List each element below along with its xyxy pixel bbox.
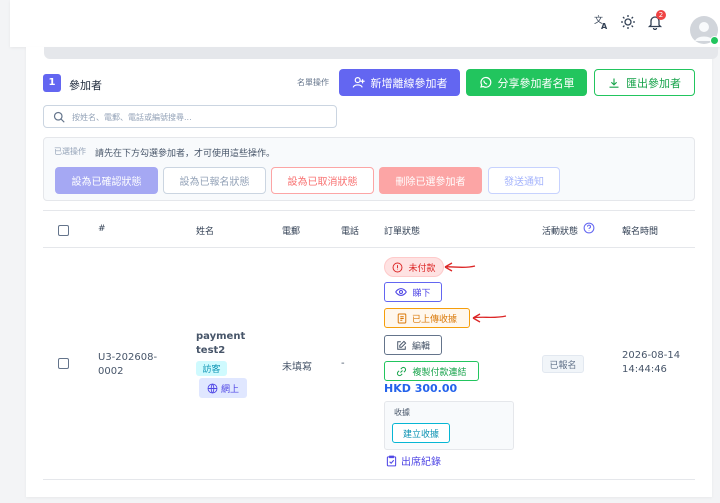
- registered-time: 2026-08-14 14:44:46: [622, 349, 680, 377]
- search-box: [43, 105, 337, 128]
- table-top-border: [43, 210, 695, 211]
- participant-name-line1: payment: [196, 331, 246, 342]
- list-ops-label: 名單操作: [297, 78, 329, 87]
- participant-phone: -: [341, 358, 345, 369]
- receipt-uploaded-label: 已上傳收據: [411, 314, 457, 325]
- edit-order-button[interactable]: 編輯: [384, 335, 442, 355]
- attendance-record-link[interactable]: 出席紀錄: [386, 453, 441, 468]
- delete-selected-button[interactable]: 刪除已選參加者: [379, 167, 482, 194]
- attendance-record-label: 出席紀錄: [401, 457, 441, 468]
- column-header-phone: 電話: [341, 227, 360, 237]
- participant-email: 未填寫: [282, 362, 312, 373]
- send-notification-button[interactable]: 發送通知: [488, 167, 560, 194]
- row-checkbox[interactable]: [58, 358, 69, 369]
- set-confirmed-label: 設為已確認狀態: [71, 177, 142, 188]
- whatsapp-icon: [479, 76, 491, 88]
- edit-icon: [397, 340, 407, 350]
- link-icon: [397, 366, 407, 376]
- receipt-section-label: 收據: [394, 408, 410, 417]
- online-tag-label: 網上: [220, 384, 239, 395]
- receipt-uploaded-button[interactable]: 已上傳收據: [384, 308, 470, 328]
- send-notification-label: 發送通知: [504, 177, 544, 188]
- export-participants-button[interactable]: 匯出參加者: [594, 69, 695, 96]
- order-amount: HKD 300.00: [384, 382, 458, 395]
- search-icon: [53, 111, 65, 123]
- create-receipt-button[interactable]: 建立收據: [392, 423, 450, 443]
- sun-icon[interactable]: [620, 14, 638, 32]
- registered-clock: 14:44:46: [622, 364, 667, 375]
- set-cancelled-button[interactable]: 設為已取消狀態: [271, 167, 374, 194]
- set-cancelled-label: 設為已取消狀態: [287, 177, 358, 188]
- visitor-tag: 訪客: [196, 361, 227, 376]
- set-registered-label: 設為已報名狀態: [179, 177, 250, 188]
- online-tag: 網上: [199, 378, 247, 398]
- create-receipt-label: 建立收據: [402, 429, 439, 440]
- online-status-dot: [710, 36, 719, 45]
- column-header-email: 電郵: [282, 227, 301, 237]
- edit-order-label: 編輯: [411, 341, 430, 352]
- add-offline-participant-button[interactable]: 新增離線參加者: [339, 69, 460, 96]
- column-header-number: #: [98, 224, 106, 234]
- column-header-activity-status: 活動狀態: [542, 227, 579, 237]
- help-icon[interactable]: [583, 222, 595, 234]
- section-divider: [44, 47, 718, 59]
- set-confirmed-button[interactable]: 設為已確認狀態: [55, 167, 158, 194]
- search-input[interactable]: [70, 109, 334, 126]
- registered-date: 2026-08-14: [622, 350, 681, 361]
- copy-payment-link-button[interactable]: 複製付款連結: [384, 361, 479, 381]
- unpaid-label: 未付款: [408, 263, 436, 274]
- participant-name: payment test2: [196, 330, 245, 358]
- select-all-checkbox[interactable]: [58, 225, 69, 236]
- bulk-ops-hint: 請先在下方勾選參加者，才可使用這些操作。: [95, 149, 276, 159]
- participant-id: U3-202608- 0002: [98, 351, 157, 379]
- share-list-label: 分享參加者名單: [497, 76, 575, 90]
- clipboard-check-icon: [386, 455, 397, 466]
- view-order-label: 睇下: [412, 288, 431, 299]
- bulk-actions-panel: 已選操作 請先在下方勾選參加者，才可使用這些操作。 設為已確認狀態 設為已報名狀…: [43, 137, 695, 201]
- column-header-name: 姓名: [196, 227, 215, 237]
- top-bar: 文A 2: [10, 0, 720, 47]
- participants-panel: 1 參加者 名單操作 新增離線參加者 分享參加者名單 匯出參加者 已選操作 請先…: [26, 47, 718, 497]
- bulk-ops-label: 已選操作: [54, 147, 86, 156]
- set-registered-button[interactable]: 設為已報名狀態: [163, 167, 266, 194]
- delete-selected-label: 刪除已選參加者: [395, 177, 466, 188]
- svg-text:A: A: [601, 22, 608, 30]
- export-label: 匯出參加者: [626, 76, 681, 90]
- participant-count-badge: 1: [43, 74, 61, 92]
- receipt-icon: [397, 313, 407, 323]
- globe-icon: [207, 383, 218, 393]
- participant-id-line2: 0002: [98, 366, 124, 377]
- receipt-section: 收據 建立收據: [384, 401, 514, 450]
- bell-icon[interactable]: 2: [647, 10, 666, 32]
- download-icon: [609, 78, 619, 88]
- translate-icon[interactable]: 文A: [593, 14, 611, 32]
- eye-icon: [395, 288, 408, 296]
- table-bottom-border: [43, 479, 695, 480]
- avatar[interactable]: [690, 16, 719, 45]
- annotation-arrow-icon: [444, 262, 476, 272]
- copy-payment-link-label: 複製付款連結: [412, 367, 467, 378]
- annotation-arrow-icon-2: [472, 313, 507, 323]
- table-header-border: [43, 247, 695, 248]
- add-user-icon: [352, 77, 365, 88]
- participant-name-line2: test2: [196, 345, 226, 356]
- notification-badge: 2: [656, 10, 666, 20]
- share-participant-list-button[interactable]: 分享參加者名單: [466, 69, 587, 96]
- column-header-registered-time: 報名時間: [622, 227, 659, 237]
- column-header-order-status: 訂單狀態: [384, 227, 421, 237]
- view-order-button[interactable]: 睇下: [384, 282, 442, 302]
- section-title: 參加者: [69, 79, 102, 92]
- alert-circle-icon: [393, 262, 403, 272]
- add-offline-label: 新增離線參加者: [370, 76, 448, 90]
- unpaid-status-badge: 未付款: [384, 257, 444, 277]
- participant-id-line1: U3-202608-: [98, 352, 158, 363]
- activity-status-badge: 已報名: [542, 355, 584, 373]
